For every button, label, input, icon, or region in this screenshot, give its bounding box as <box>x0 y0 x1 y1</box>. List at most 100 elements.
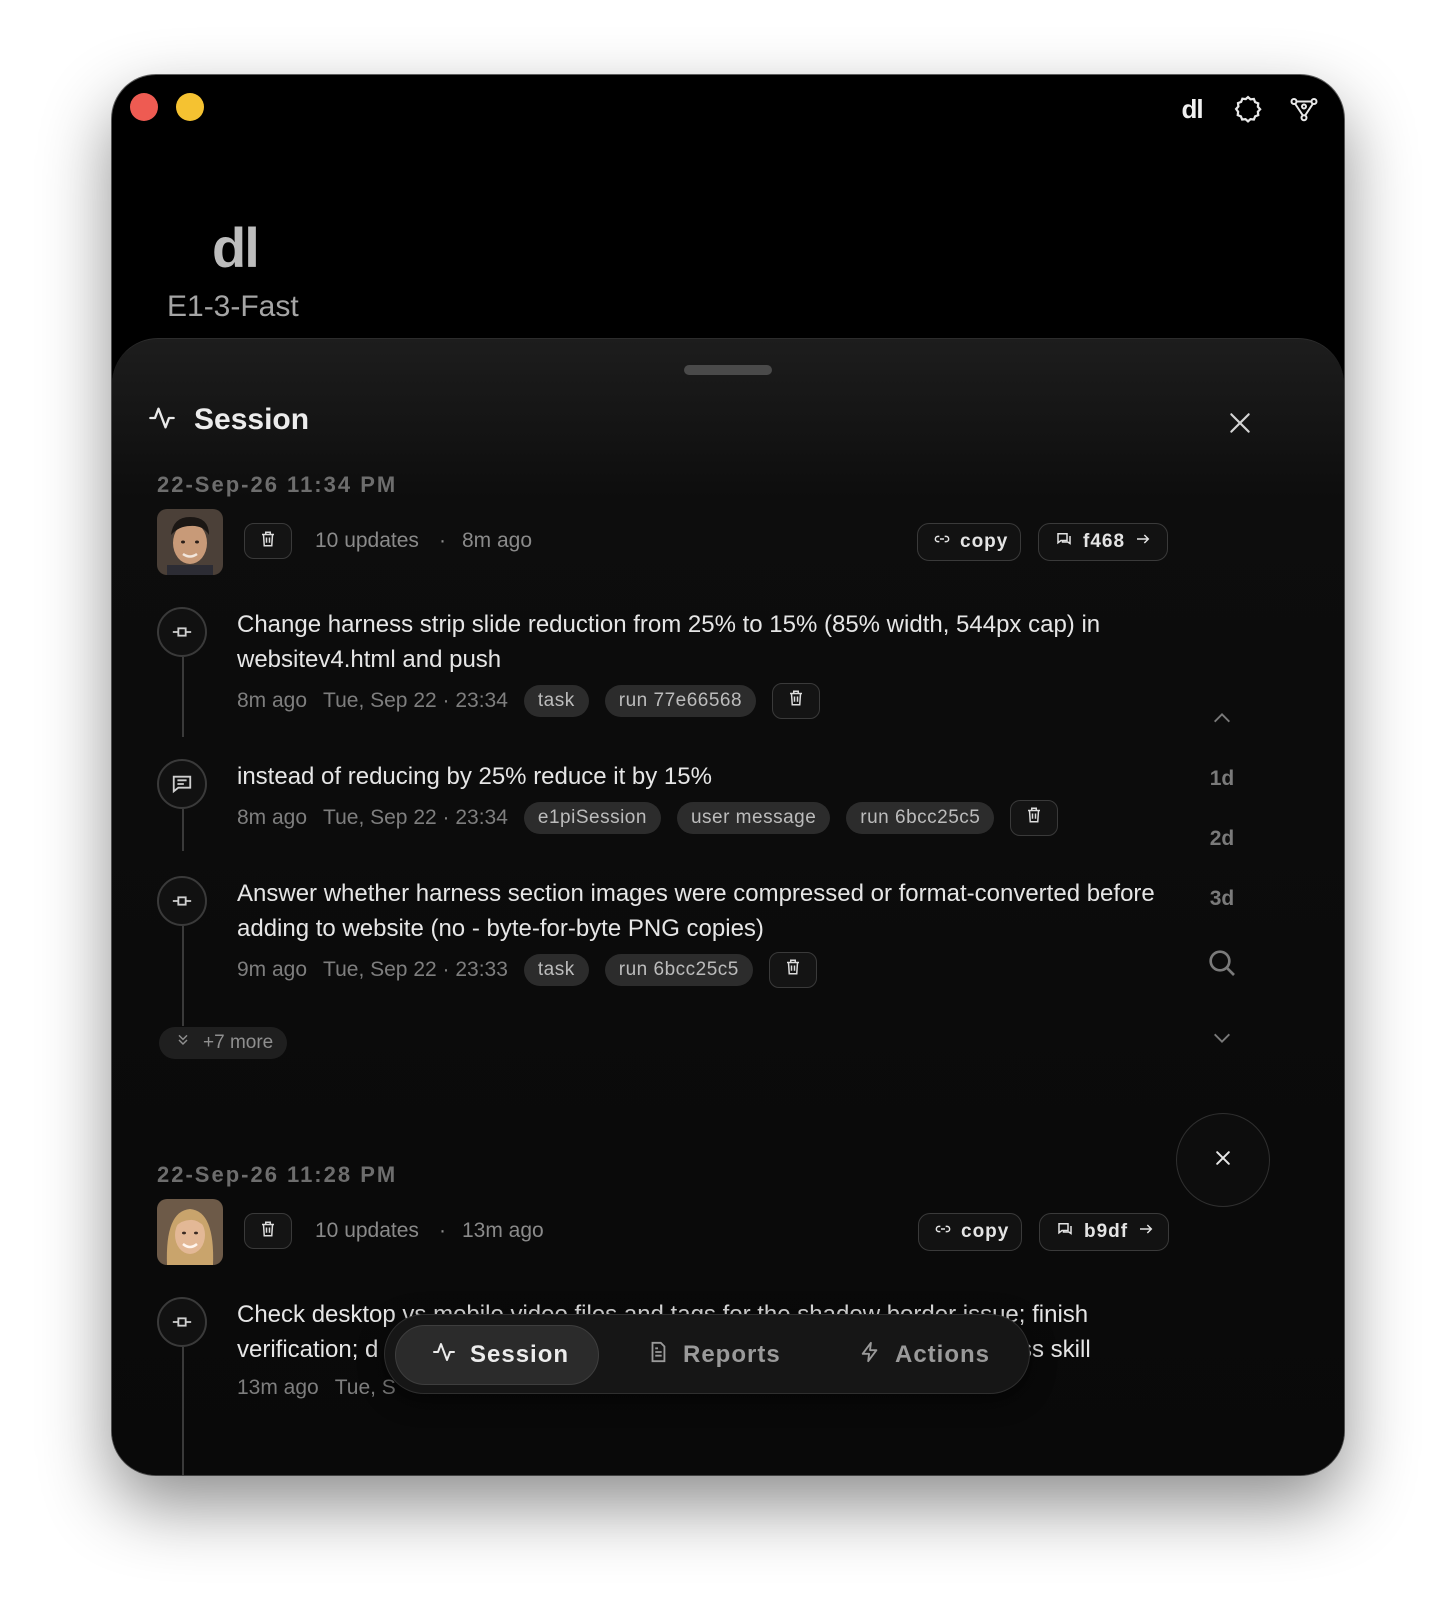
trash-icon <box>787 689 805 713</box>
copy-button[interactable]: copy <box>918 1213 1022 1251</box>
entry-meta: 9m ago Tue, Sep 22 · 23:33 task run 6bcc… <box>237 952 817 988</box>
copy-button[interactable]: copy <box>917 523 1021 561</box>
delete-group-button[interactable] <box>244 523 292 559</box>
copy-label: copy <box>960 531 1009 552</box>
close-fab-button[interactable] <box>1176 1113 1270 1207</box>
updates-count: 10 updates <box>315 529 419 552</box>
group-date: 22-Sep-26 11:28 PM <box>157 1162 398 1187</box>
report-icon <box>647 1341 669 1370</box>
sheet-title: Session <box>194 403 310 436</box>
session-sheet: Session 22-Sep-26 11:34 PM 10 updates · … <box>112 338 1344 1475</box>
entry-text: instead of reducing by 25% reduce it by … <box>237 763 712 790</box>
arrow-right-icon <box>1138 1221 1154 1243</box>
copy-label: copy <box>961 1221 1010 1242</box>
delete-entry-button[interactable] <box>768 952 817 988</box>
list-item[interactable]: Change harness strip slide reduction fro… <box>157 607 1177 737</box>
tag[interactable]: run 6bcc25c5 <box>604 954 753 986</box>
meta-separator: · <box>439 529 446 552</box>
commit-icon <box>157 607 207 657</box>
trash-icon <box>784 958 802 982</box>
logo-small-text: dl <box>1181 93 1203 124</box>
tab-actions-label: Actions <box>895 1341 991 1368</box>
commit-icon <box>157 1297 207 1347</box>
entry-ago: 13m ago <box>237 1376 319 1399</box>
tag[interactable]: run 77e66568 <box>604 685 757 717</box>
trash-icon <box>259 1220 277 1243</box>
app-window: dl dl E1-3-Fast Session 22-Sep-26 11:34 … <box>112 75 1344 1475</box>
timeline-line <box>182 926 184 1026</box>
entry-text-line2-right: ss skill <box>1020 1336 1091 1363</box>
updates-count: 10 updates <box>315 1219 419 1242</box>
entry-text-line2-left: verification; d <box>237 1336 379 1363</box>
group-header-row: 10 updates · 13m ago copy b9df <box>157 1199 1177 1265</box>
entry-ago: 8m ago <box>237 689 308 712</box>
updated-ago: 8m ago <box>462 529 533 552</box>
double-chevron-down-icon <box>175 1032 191 1054</box>
bolt-icon <box>859 1341 881 1370</box>
entry-meta: 8m ago Tue, Sep 22 · 23:34 e1piSession u… <box>237 800 1059 836</box>
tab-reports[interactable]: Reports <box>647 1325 781 1385</box>
entry-text: Answer whether harness section images we… <box>237 880 1155 942</box>
close-icon[interactable] <box>1222 405 1258 441</box>
rail-2d[interactable]: 2d <box>1192 827 1252 851</box>
delete-entry-button[interactable] <box>772 683 821 719</box>
entry-timestamp: Tue, Sep 22 · 23:33 <box>323 958 508 981</box>
gear-icon[interactable] <box>1230 91 1266 127</box>
tag[interactable]: e1piSession <box>523 802 661 834</box>
activity-icon <box>432 1340 456 1371</box>
show-more-button[interactable]: +7 more <box>159 1027 288 1059</box>
entry-timestamp: Tue, Sep 22 · 23:34 <box>323 806 508 829</box>
trash-icon <box>1025 806 1043 830</box>
tag[interactable]: task <box>523 954 589 986</box>
timeline-line <box>182 809 184 851</box>
chevron-up-icon[interactable] <box>1192 707 1252 735</box>
session-link-label: b9df <box>1084 1221 1129 1242</box>
brand-logo: dl <box>212 216 260 279</box>
link-icon <box>935 1221 951 1243</box>
avatar <box>157 1199 223 1265</box>
tag[interactable]: user message <box>676 802 831 834</box>
activity-icon <box>148 404 176 437</box>
session-link-label: f468 <box>1083 531 1126 552</box>
tab-actions[interactable]: Actions <box>859 1325 990 1385</box>
search-icon[interactable] <box>1192 947 1252 985</box>
delete-entry-button[interactable] <box>1010 800 1059 836</box>
tag[interactable]: task <box>523 685 589 717</box>
arrow-right-icon <box>1135 531 1151 553</box>
close-window-button[interactable] <box>130 93 158 121</box>
list-item[interactable]: Answer whether harness section images we… <box>157 876 1177 1026</box>
meta-separator: · <box>439 1219 446 1242</box>
rail-3d[interactable]: 3d <box>1192 887 1252 911</box>
minimize-window-button[interactable] <box>176 93 204 121</box>
close-icon <box>1213 1148 1233 1173</box>
updated-ago: 13m ago <box>462 1219 544 1242</box>
group-header-row: 10 updates · 8m ago copy f468 <box>157 509 1177 575</box>
entry-text: Change harness strip slide reduction fro… <box>237 611 1101 673</box>
delete-group-button[interactable] <box>244 1213 292 1249</box>
timeline-line <box>182 1347 184 1475</box>
list-item[interactable]: instead of reducing by 25% reduce it by … <box>157 759 1177 859</box>
chat-link-icon <box>1055 530 1073 554</box>
session-link-button[interactable]: b9df <box>1039 1213 1169 1251</box>
entry-meta: 8m ago Tue, Sep 22 · 23:34 task run 77e6… <box>237 683 821 719</box>
chevron-down-icon[interactable] <box>1192 1027 1252 1055</box>
rail-1d[interactable]: 1d <box>1192 767 1252 791</box>
avatar <box>157 509 223 575</box>
entry-meta: 13m ago Tue, S <box>237 1376 396 1400</box>
nodes-icon[interactable] <box>1286 91 1322 127</box>
entry-timestamp: Tue, S <box>334 1376 396 1399</box>
brand-name: E1-3-Fast <box>167 290 299 323</box>
group-date: 22-Sep-26 11:34 PM <box>157 472 398 497</box>
session-link-button[interactable]: f468 <box>1038 523 1168 561</box>
timeline-line <box>182 657 184 737</box>
message-icon <box>157 759 207 809</box>
dl-logo-button[interactable]: dl <box>1174 91 1210 127</box>
trash-icon <box>259 530 277 553</box>
tab-session[interactable]: Session <box>395 1325 599 1385</box>
sheet-drag-handle[interactable] <box>684 365 772 375</box>
sheet-header: Session <box>148 403 309 437</box>
tab-session-label: Session <box>470 1341 570 1368</box>
entry-ago: 9m ago <box>237 958 308 981</box>
tab-reports-label: Reports <box>683 1341 781 1368</box>
tag[interactable]: run 6bcc25c5 <box>846 802 995 834</box>
